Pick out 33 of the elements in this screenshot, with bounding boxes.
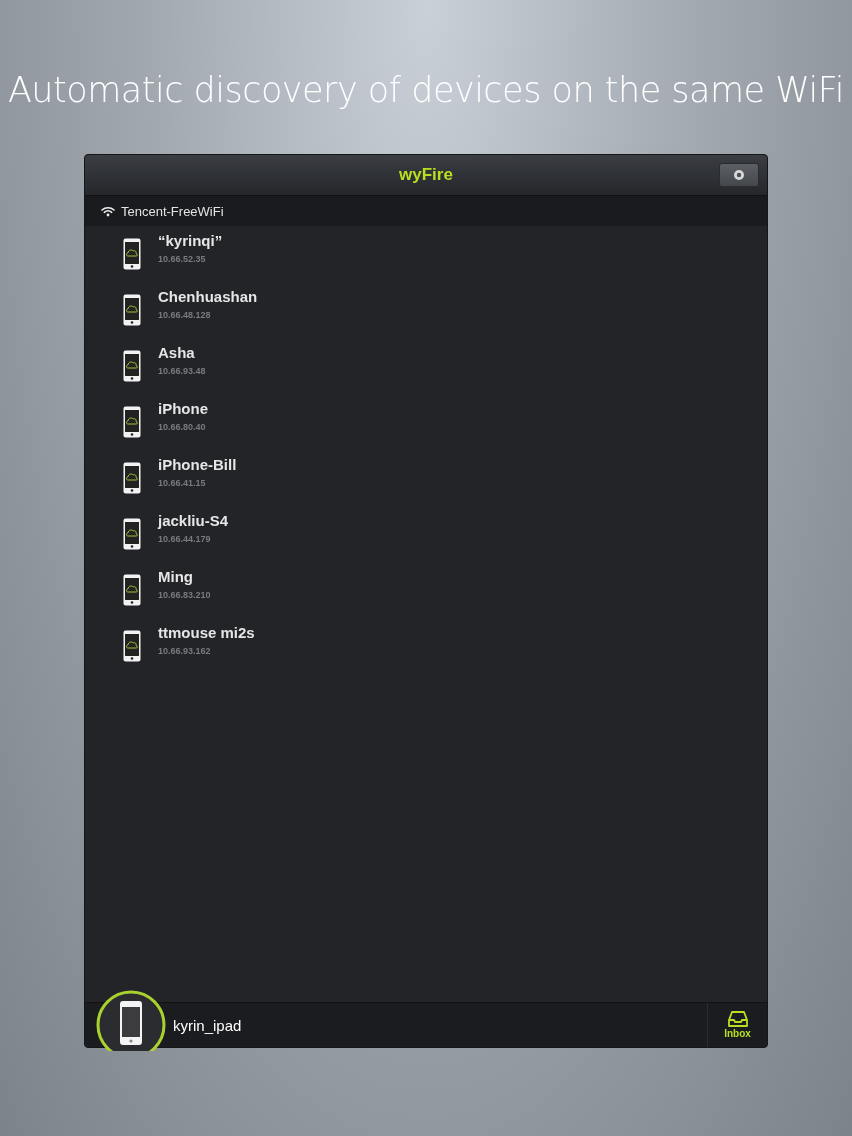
device-ip: 10.66.80.40 [158, 422, 207, 432]
device-name[interactable]: ttmouse mi2s [158, 624, 255, 641]
inbox-button[interactable]: Inbox [707, 1003, 767, 1047]
settings-icon [731, 167, 747, 183]
phone-icon [123, 350, 141, 382]
device-ip: 10.66.93.48 [158, 366, 206, 376]
device-name[interactable]: iPhone-Bill [158, 456, 237, 473]
phone-icon [123, 630, 141, 662]
device-ip: 10.66.41.15 [158, 478, 207, 488]
device-ip: 10.66.83.210 [158, 590, 211, 600]
phone-icon [123, 518, 141, 550]
own-device-name: kyrin_ipad [173, 1016, 242, 1034]
window-title: wyFire [399, 165, 453, 185]
device-name[interactable]: Asha [158, 344, 206, 361]
tray-icon [727, 1011, 748, 1027]
device-name[interactable]: Ming [158, 568, 211, 585]
headline: Automatic discovery of devices on the same WiFi [7, 70, 845, 110]
device-name[interactable]: iPhone [158, 400, 208, 417]
device-ip: 10.66.44.179 [158, 534, 212, 544]
device-ip: 10.66.52.35 [158, 254, 207, 264]
settings-button[interactable] [719, 163, 759, 187]
device-name[interactable]: jackliu-S4 [158, 512, 229, 529]
phone-icon [123, 238, 141, 270]
device-name[interactable]: “kyrinqi” [158, 232, 223, 249]
device-ip: 10.66.93.162 [158, 646, 212, 656]
wifi-icon [101, 205, 115, 217]
device-ip: 10.66.48.128 [158, 310, 212, 320]
device-name[interactable]: Chenhuashan [158, 288, 258, 305]
phone-icon [123, 462, 141, 494]
phone-icon [123, 574, 141, 606]
phone-icon [123, 294, 141, 326]
network-name: Tencent-FreeWiFi [121, 203, 224, 219]
phone-icon [123, 406, 141, 438]
